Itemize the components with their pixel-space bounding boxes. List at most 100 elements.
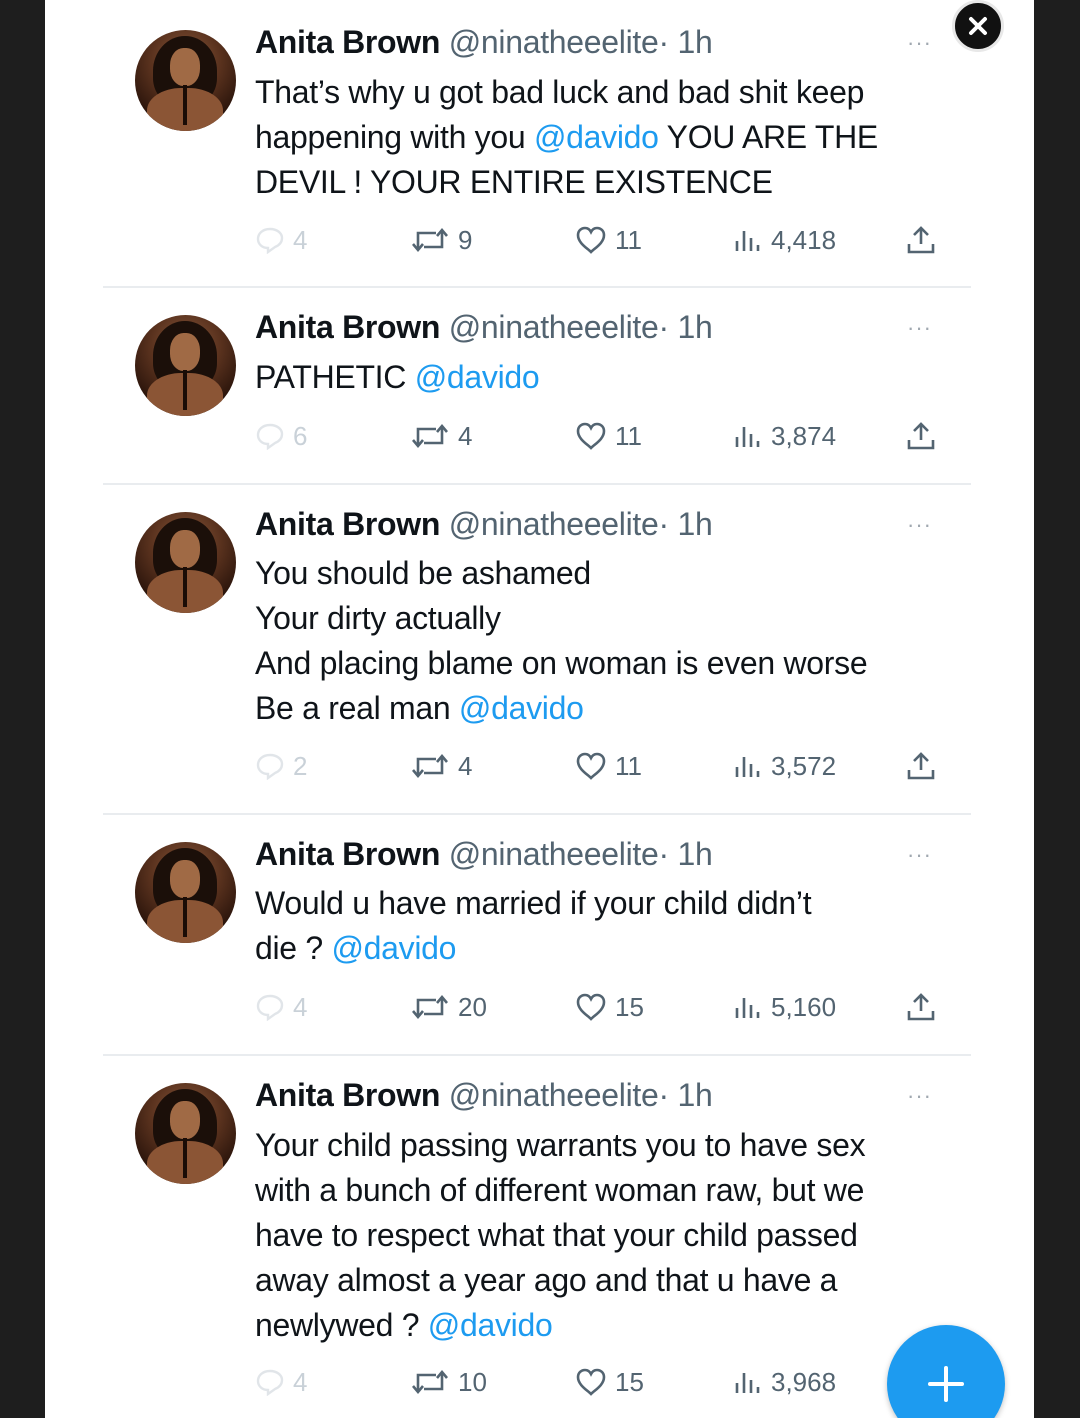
share-icon bbox=[905, 991, 937, 1023]
reply-button[interactable]: 4 bbox=[255, 1362, 307, 1402]
timestamp[interactable]: · 1h bbox=[659, 309, 713, 345]
reply-button[interactable]: 4 bbox=[255, 220, 307, 260]
avatar[interactable] bbox=[135, 512, 236, 613]
like-button[interactable]: 15 bbox=[575, 987, 644, 1027]
mention-link[interactable]: @davido bbox=[534, 119, 659, 155]
retweet-icon bbox=[410, 1367, 450, 1397]
views-button[interactable]: 3,968 bbox=[733, 1362, 836, 1402]
retweet-button[interactable]: 9 bbox=[410, 220, 472, 260]
share-button[interactable] bbox=[905, 220, 937, 260]
views-button[interactable]: 4,418 bbox=[733, 220, 836, 260]
mention-link[interactable]: @davido bbox=[428, 1307, 553, 1343]
tweet-text: You should be ashamed Your dirty actually… bbox=[255, 551, 975, 731]
like-button[interactable]: 11 bbox=[575, 746, 642, 786]
tweet-actions: 4 9 11 4,418 bbox=[45, 220, 1034, 260]
reply-icon bbox=[255, 1368, 285, 1396]
text-segment: You should be ashamed bbox=[255, 555, 591, 591]
retweet-button[interactable]: 20 bbox=[410, 987, 487, 1027]
mention-link[interactable]: @davido bbox=[331, 930, 456, 966]
reply-count: 4 bbox=[293, 991, 308, 1022]
tweet-text-line: Be a real man @davido bbox=[255, 686, 975, 731]
plus-icon bbox=[928, 1366, 964, 1402]
retweet-icon bbox=[410, 421, 450, 451]
views-icon bbox=[733, 1367, 763, 1397]
tweet-text-line: You should be ashamed bbox=[255, 551, 975, 596]
retweet-icon bbox=[410, 992, 450, 1022]
views-icon bbox=[733, 421, 763, 451]
retweet-count: 4 bbox=[458, 750, 473, 781]
views-count: 3,572 bbox=[771, 750, 837, 781]
more-options-icon[interactable]: ··· bbox=[907, 1083, 932, 1109]
author-name[interactable]: Anita Brown bbox=[255, 309, 440, 345]
timestamp[interactable]: · 1h bbox=[659, 506, 713, 542]
tweet-divider bbox=[103, 813, 971, 815]
author-handle[interactable]: @ninatheeelite bbox=[449, 836, 659, 872]
author-handle[interactable]: @ninatheeelite bbox=[449, 1077, 659, 1113]
close-button[interactable] bbox=[952, 0, 1004, 52]
timeline-screenshot: Anita Brown @ninatheeelite· 1h ··· That’s … bbox=[45, 0, 1034, 1418]
share-icon bbox=[905, 420, 937, 452]
close-icon bbox=[969, 17, 987, 35]
author-name[interactable]: Anita Brown bbox=[255, 1077, 440, 1113]
retweet-button[interactable]: 10 bbox=[410, 1362, 487, 1402]
tweet-actions: 4 20 15 5,160 bbox=[45, 987, 1034, 1027]
tweet-header: Anita Brown @ninatheeelite· 1h bbox=[255, 836, 713, 873]
retweet-icon bbox=[410, 751, 450, 781]
views-button[interactable]: 3,572 bbox=[733, 746, 836, 786]
reply-button[interactable]: 2 bbox=[255, 746, 307, 786]
author-name[interactable]: Anita Brown bbox=[255, 836, 440, 872]
share-icon bbox=[905, 224, 937, 256]
share-button[interactable] bbox=[905, 746, 937, 786]
reply-button[interactable]: 6 bbox=[255, 416, 307, 456]
text-segment: And placing blame on woman is even worse bbox=[255, 645, 868, 681]
more-options-icon[interactable]: ··· bbox=[907, 315, 932, 341]
text-segment: Would u have married if your child didn’… bbox=[255, 885, 812, 921]
more-options-icon[interactable]: ··· bbox=[907, 512, 932, 538]
author-handle[interactable]: @ninatheeelite bbox=[449, 24, 659, 60]
tweet-text-line: Your dirty actually bbox=[255, 596, 975, 641]
timestamp[interactable]: · 1h bbox=[659, 24, 713, 60]
author-handle[interactable]: @ninatheeelite bbox=[449, 309, 659, 345]
retweet-button[interactable]: 4 bbox=[410, 746, 472, 786]
like-button[interactable]: 11 bbox=[575, 416, 642, 456]
heart-icon bbox=[575, 992, 607, 1022]
more-options-icon[interactable]: ··· bbox=[907, 30, 932, 56]
tweet-text-line: with a bunch of different woman raw, but… bbox=[255, 1168, 975, 1213]
views-count: 4,418 bbox=[771, 224, 837, 255]
reply-icon bbox=[255, 422, 285, 450]
tweet-text-line: die ? @davido bbox=[255, 926, 975, 971]
timestamp[interactable]: · 1h bbox=[659, 836, 713, 872]
mention-link[interactable]: @davido bbox=[459, 690, 584, 726]
views-button[interactable]: 5,160 bbox=[733, 987, 836, 1027]
reply-count: 6 bbox=[293, 420, 308, 451]
author-handle[interactable]: @ninatheeelite bbox=[449, 506, 659, 542]
avatar[interactable] bbox=[135, 842, 236, 943]
like-count: 15 bbox=[615, 991, 644, 1022]
like-button[interactable]: 11 bbox=[575, 220, 642, 260]
reply-icon bbox=[255, 993, 285, 1021]
views-button[interactable]: 3,874 bbox=[733, 416, 836, 456]
heart-icon bbox=[575, 421, 607, 451]
avatar[interactable] bbox=[135, 1083, 236, 1184]
more-options-icon[interactable]: ··· bbox=[907, 842, 932, 868]
tweet-text-line: away almost a year ago and that u have a bbox=[255, 1258, 975, 1303]
like-count: 11 bbox=[615, 750, 642, 781]
author-name[interactable]: Anita Brown bbox=[255, 506, 440, 542]
like-button[interactable]: 15 bbox=[575, 1362, 644, 1402]
text-segment: YOU ARE THE bbox=[658, 119, 879, 155]
like-count: 11 bbox=[615, 420, 642, 451]
tweet-divider bbox=[103, 483, 971, 485]
text-segment: away almost a year ago and that u have a bbox=[255, 1262, 838, 1298]
text-segment: happening with you bbox=[255, 119, 534, 155]
tweet-text: That’s why u got bad luck and bad shit k… bbox=[255, 70, 975, 205]
timestamp[interactable]: · 1h bbox=[659, 1077, 713, 1113]
reply-button[interactable]: 4 bbox=[255, 987, 307, 1027]
share-button[interactable] bbox=[905, 987, 937, 1027]
tweet-header: Anita Brown @ninatheeelite· 1h bbox=[255, 24, 713, 61]
retweet-button[interactable]: 4 bbox=[410, 416, 472, 456]
avatar[interactable] bbox=[135, 30, 236, 131]
author-name[interactable]: Anita Brown bbox=[255, 24, 440, 60]
mention-link[interactable]: @davido bbox=[415, 359, 540, 395]
share-button[interactable] bbox=[905, 416, 937, 456]
avatar[interactable] bbox=[135, 315, 236, 416]
